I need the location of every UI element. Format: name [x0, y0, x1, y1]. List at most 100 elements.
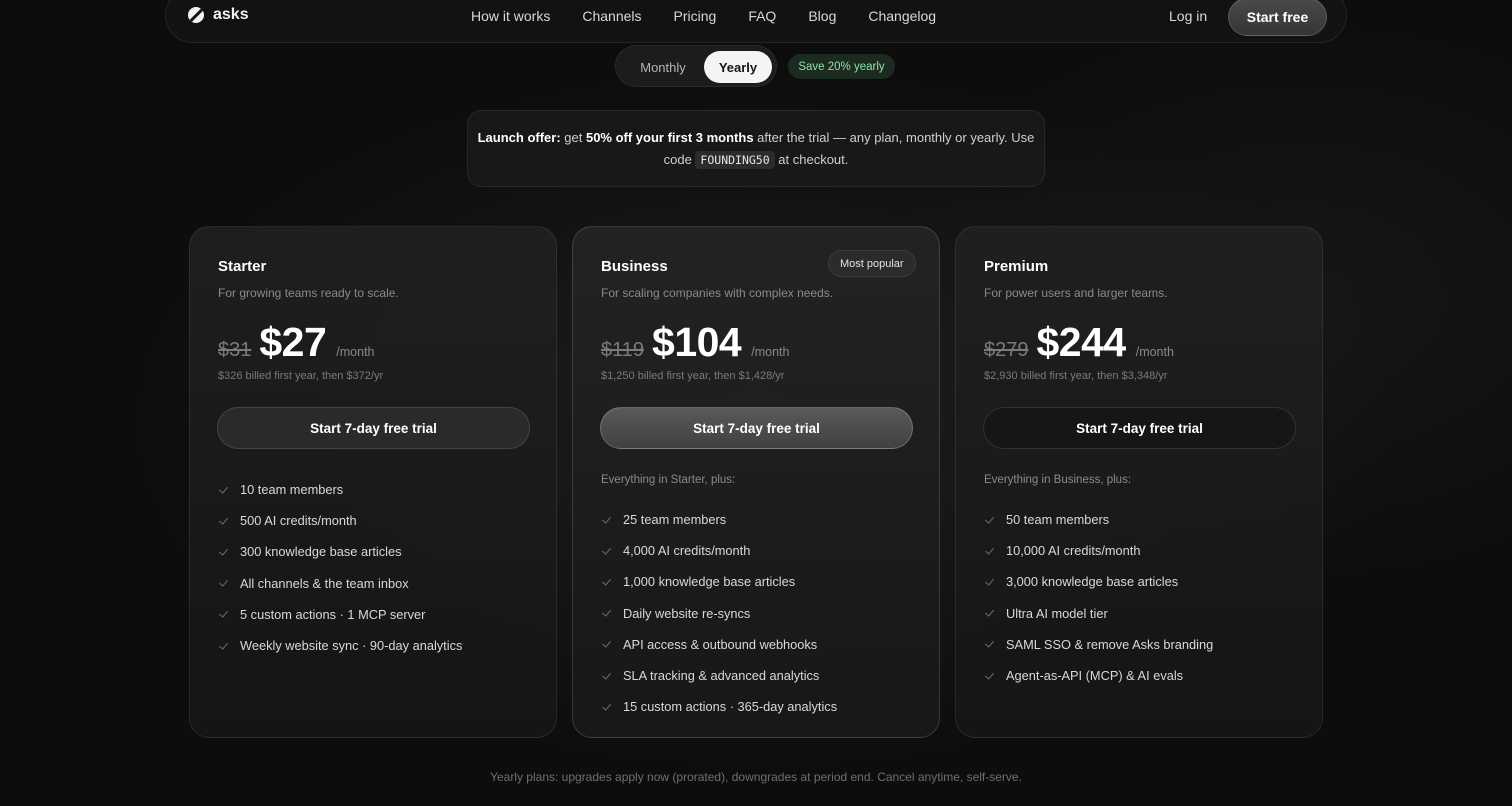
feature-item: 50 team members — [984, 504, 1213, 535]
feature-label: SAML SSO & remove Asks branding — [1006, 636, 1214, 652]
plan-card-business: Business Most popular For scaling compan… — [572, 226, 940, 738]
feature-label: 50 team members — [1006, 512, 1110, 528]
feature-item: 5 custom actions · 1 MCP server — [218, 599, 462, 630]
feature-item: 10,000 AI credits/month — [984, 535, 1213, 566]
check-icon — [601, 514, 613, 526]
feature-label: SLA tracking & advanced analytics — [623, 668, 820, 684]
feature-label: 10 team members — [240, 482, 344, 498]
check-icon — [218, 484, 230, 496]
feature-label: 500 AI credits/month — [240, 513, 357, 529]
pricing-footnote: Yearly plans: upgrades apply now (prorat… — [490, 770, 1022, 784]
top-nav: asks How it works Channels Pricing FAQ B… — [165, 0, 1347, 43]
start-trial-button-starter[interactable]: Start 7-day free trial — [217, 407, 530, 449]
everything-in-label: Everything in Starter, plus: — [601, 474, 736, 486]
feature-label: 10,000 AI credits/month — [1006, 543, 1141, 559]
feature-item: 3,000 knowledge base articles — [984, 566, 1213, 597]
billing-note: $326 billed first year, then $372/yr — [218, 370, 384, 382]
feature-label: 4,000 AI credits/month — [623, 543, 751, 559]
price-row: $119 $104 /month — [601, 319, 789, 366]
nav-link-blog[interactable]: Blog — [808, 8, 836, 24]
price-row: $279 $244 /month — [984, 319, 1174, 366]
feature-item: 500 AI credits/month — [218, 505, 462, 536]
feature-label: 5 custom actions · 1 MCP server — [240, 606, 426, 622]
check-icon — [984, 607, 996, 619]
offer-text-1: get — [560, 130, 586, 145]
feature-label: 15 custom actions · 365-day analytics — [623, 699, 838, 715]
nav-link-pricing[interactable]: Pricing — [674, 8, 717, 24]
feature-item: Ultra AI model tier — [984, 598, 1213, 629]
check-icon — [984, 545, 996, 557]
check-icon — [984, 576, 996, 588]
feature-label: 25 team members — [623, 512, 727, 528]
feature-item: All channels & the team inbox — [218, 568, 462, 599]
offer-label: Launch offer: — [477, 130, 561, 145]
billing-monthly-option[interactable]: Monthly — [624, 51, 702, 83]
nav-link-how-it-works[interactable]: How it works — [471, 8, 550, 24]
offer-text-3: at checkout. — [774, 152, 849, 167]
offer-highlight: 50% off your first 3 months — [585, 130, 754, 145]
feature-item: SAML SSO & remove Asks branding — [984, 629, 1213, 660]
feature-list: 10 team members 500 AI credits/month 300… — [218, 474, 462, 661]
plan-card-premium: Premium For power users and larger teams… — [955, 226, 1323, 738]
price-unit: /month — [336, 345, 375, 359]
price-unit: /month — [1135, 345, 1174, 359]
feature-item: 300 knowledge base articles — [218, 536, 462, 567]
feature-label: Weekly website sync · 90-day analytics — [240, 638, 463, 654]
nav-link-channels[interactable]: Channels — [582, 8, 641, 24]
billing-yearly-option[interactable]: Yearly — [704, 51, 772, 83]
billing-note: $2,930 billed first year, then $3,348/yr — [984, 370, 1168, 382]
check-icon — [218, 608, 230, 620]
feature-item: 10 team members — [218, 474, 462, 505]
current-price: $104 — [652, 319, 742, 365]
plan-description: For growing teams ready to scale. — [218, 286, 399, 300]
check-icon — [601, 607, 613, 619]
check-icon — [218, 546, 230, 558]
check-icon — [218, 640, 230, 652]
offer-code: FOUNDING50 — [695, 151, 775, 169]
plan-card-starter: Starter For growing teams ready to scale… — [189, 226, 557, 738]
current-price: $27 — [259, 319, 327, 365]
old-price: $31 — [218, 339, 252, 361]
feature-label: Agent-as-API (MCP) & AI evals — [1006, 668, 1184, 684]
brand[interactable]: asks — [188, 6, 249, 24]
nav-link-faq[interactable]: FAQ — [748, 8, 776, 24]
feature-label: Daily website re-syncs — [623, 605, 751, 621]
plan-description: For power users and larger teams. — [984, 286, 1168, 300]
check-icon — [218, 577, 230, 589]
price-unit: /month — [751, 345, 790, 359]
check-icon — [984, 670, 996, 682]
nav-link-changelog[interactable]: Changelog — [868, 8, 936, 24]
check-icon — [601, 638, 613, 650]
start-trial-button-business[interactable]: Start 7-day free trial — [600, 407, 913, 449]
start-trial-button-premium[interactable]: Start 7-day free trial — [983, 407, 1296, 449]
check-icon — [601, 670, 613, 682]
old-price: $119 — [601, 339, 645, 361]
start-free-button[interactable]: Start free — [1228, 0, 1327, 36]
plan-name: Business — [601, 258, 668, 275]
check-icon — [601, 701, 613, 713]
feature-item: 4,000 AI credits/month — [601, 535, 837, 566]
feature-label: Ultra AI model tier — [1006, 605, 1108, 621]
feature-list: 25 team members 4,000 AI credits/month 1… — [601, 504, 837, 722]
asks-logo-icon — [188, 7, 204, 23]
feature-list: 50 team members 10,000 AI credits/month … — [984, 504, 1213, 691]
save-badge: Save 20% yearly — [788, 54, 895, 79]
feature-label: 300 knowledge base articles — [240, 544, 402, 560]
launch-offer-banner: Launch offer: get 50% off your first 3 m… — [467, 110, 1045, 187]
current-price: $244 — [1036, 319, 1127, 365]
plan-description: For scaling companies with complex needs… — [601, 286, 834, 300]
feature-item: 15 custom actions · 365-day analytics — [601, 691, 837, 722]
brand-name: asks — [213, 6, 249, 23]
check-icon — [601, 545, 613, 557]
price-row: $31 $27 /month — [218, 319, 375, 366]
feature-item: 25 team members — [601, 504, 837, 535]
billing-note: $1,250 billed first year, then $1,428/yr — [601, 370, 785, 382]
billing-toggle: Monthly Yearly — [615, 45, 777, 87]
feature-label: All channels & the team inbox — [240, 575, 409, 591]
plan-name: Premium — [984, 258, 1049, 275]
feature-item: 1,000 knowledge base articles — [601, 566, 837, 597]
feature-label: API access & outbound webhooks — [623, 636, 818, 652]
feature-label: 1,000 knowledge base articles — [623, 574, 796, 590]
login-link[interactable]: Log in — [1169, 8, 1207, 24]
everything-in-label: Everything in Business, plus: — [984, 474, 1132, 486]
